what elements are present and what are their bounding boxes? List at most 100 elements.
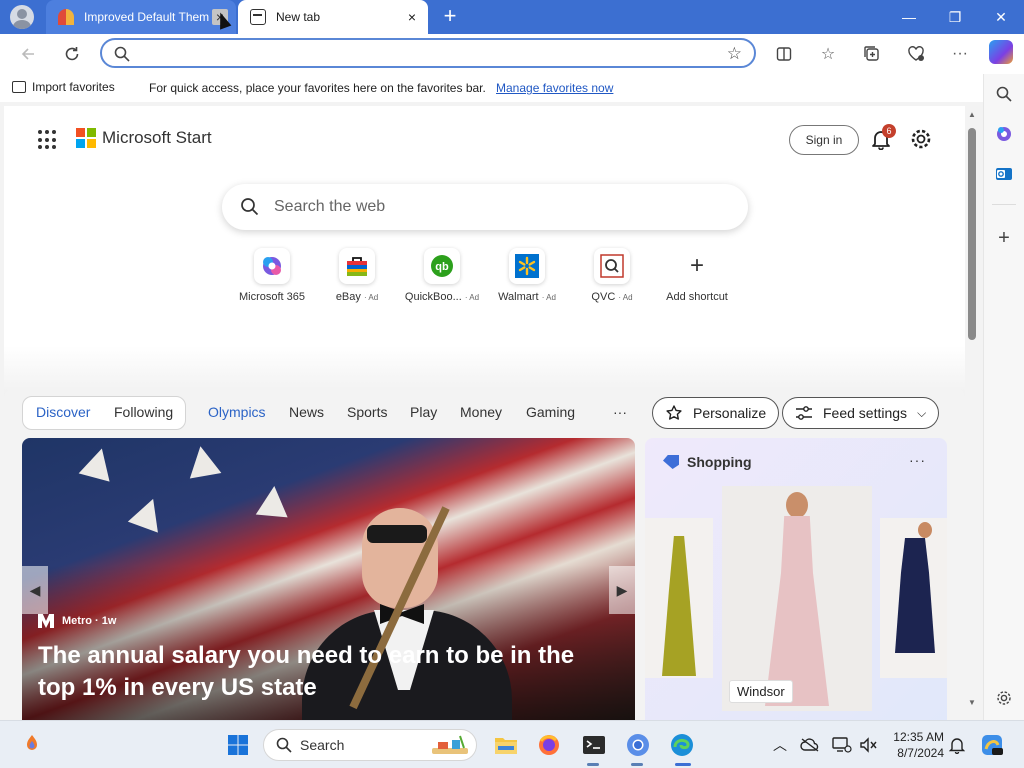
add-favorite-star-icon[interactable]: ☆ <box>727 44 742 64</box>
widgets-button[interactable] <box>18 731 46 759</box>
add-shortcut-button[interactable]: + Add shortcut <box>652 248 742 310</box>
new-tab-button[interactable]: + <box>438 5 462 29</box>
onedrive-status-button[interactable] <box>796 731 824 759</box>
notification-center-button[interactable] <box>943 731 971 759</box>
import-favorites-button[interactable]: Import favorites <box>12 80 115 94</box>
sign-in-button[interactable]: Sign in <box>789 125 859 155</box>
browser-essentials-button[interactable] <box>902 40 930 68</box>
cloud-offline-icon <box>800 738 819 752</box>
sidebar-search-button[interactable] <box>992 82 1016 106</box>
file-explorer-button[interactable] <box>492 731 520 759</box>
scroll-up-arrow-icon[interactable]: ▲ <box>967 110 977 120</box>
tab-olympics[interactable]: Olympics <box>208 404 266 420</box>
terminal-button[interactable] <box>580 731 608 759</box>
feed-settings-button[interactable]: Feed settings ⌵ <box>782 397 940 429</box>
show-hidden-icons-button[interactable]: ︿ <box>766 731 794 759</box>
bell-icon <box>949 738 965 754</box>
maximize-button[interactable]: ❐ <box>932 0 978 34</box>
scroll-thumb[interactable] <box>968 128 976 340</box>
tab-discover[interactable]: Discover <box>36 404 90 420</box>
firefox-button[interactable] <box>535 731 563 759</box>
manage-favorites-link[interactable]: Manage favorites now <box>496 81 613 95</box>
tab-improved-default-theme[interactable]: Improved Default Them × <box>46 0 236 34</box>
app-launcher-icon[interactable] <box>38 130 58 150</box>
network-button[interactable] <box>828 731 856 759</box>
settings-and-more-button[interactable]: ··· <box>946 40 974 68</box>
favorites-button[interactable]: ☆ <box>814 40 842 68</box>
back-button[interactable] <box>14 40 42 68</box>
search-icon <box>996 86 1012 102</box>
page-settings-button[interactable] <box>910 128 932 150</box>
refresh-button[interactable] <box>58 40 86 68</box>
new-tab-page-icon <box>250 9 266 25</box>
sidebar-copilot-app[interactable] <box>992 122 1016 146</box>
copilot-icon[interactable] <box>989 40 1013 64</box>
brand-title[interactable]: Microsoft Start <box>102 128 212 148</box>
start-button[interactable] <box>224 731 252 759</box>
hero-article-card[interactable]: ◀ ▶ Metro · 1w The annual salary you nee… <box>22 438 635 720</box>
new-tab-page: Microsoft Start Sign in 6 Microsoft 365 … <box>4 106 965 720</box>
tab-following[interactable]: Following <box>114 404 173 420</box>
gear-icon <box>997 691 1011 705</box>
shortcut-microsoft-365[interactable]: Microsoft 365 <box>227 248 317 310</box>
quickbooks-icon: qb <box>431 255 453 277</box>
profile-avatar[interactable] <box>10 5 34 29</box>
tab-sports[interactable]: Sports <box>347 404 387 420</box>
edge-sidebar: + <box>983 74 1024 720</box>
shortcut-walmart[interactable]: Walmart · Ad <box>482 248 572 310</box>
taskbar-search[interactable]: Search <box>263 729 477 761</box>
page-scrollbar[interactable]: ▲ ▼ <box>965 106 979 712</box>
personalize-button[interactable]: Personalize <box>652 397 780 429</box>
shortcut-quickbooks[interactable]: qb QuickBoo... · Ad <box>397 248 487 310</box>
tab-money[interactable]: Money <box>460 404 502 420</box>
tab-close-button[interactable]: × <box>404 9 420 25</box>
hero-next-button[interactable]: ▶ <box>609 566 635 614</box>
web-search-box[interactable] <box>222 184 748 230</box>
chromium-button[interactable] <box>624 731 652 759</box>
scroll-down-arrow-icon[interactable]: ▼ <box>967 698 977 708</box>
taskbar-clock[interactable]: 12:35 AM 8/7/2024 <box>884 729 944 761</box>
feed-settings-label: Feed settings <box>823 405 908 421</box>
sidebar-divider <box>992 204 1016 205</box>
product-green-dress[interactable] <box>645 518 713 678</box>
tab-play[interactable]: Play <box>410 404 437 420</box>
shortcut-ebay[interactable]: eBay · Ad <box>312 248 402 310</box>
sidebar-add-app-button[interactable]: + <box>992 226 1016 250</box>
tab-news[interactable]: News <box>289 404 324 420</box>
address-input[interactable] <box>142 44 702 62</box>
favorites-star-list-icon: ☆ <box>820 46 836 63</box>
volume-button[interactable] <box>854 731 882 759</box>
hero-image-sunglasses <box>367 525 427 543</box>
search-highlight-beach-icon <box>432 735 468 754</box>
shortcut-label: Microsoft 365 <box>238 291 306 303</box>
close-window-button[interactable]: ✕ <box>978 0 1024 34</box>
web-search-input[interactable] <box>274 197 714 217</box>
address-bar[interactable]: ☆ <box>100 38 756 68</box>
shopping-card[interactable]: Shopping ··· Windsor <box>645 438 947 720</box>
green-dress-image <box>662 536 696 676</box>
collections-button[interactable] <box>858 40 886 68</box>
rainbow-favicon-icon <box>58 9 74 25</box>
copilot-taskbar-button[interactable] <box>978 731 1006 759</box>
product-navy-dress[interactable] <box>880 518 947 678</box>
shortcut-qvc[interactable]: QVC · Ad <box>567 248 657 310</box>
shortcut-tile: qb <box>424 248 460 284</box>
more-tabs-button[interactable]: ··· <box>613 404 627 420</box>
tab-gaming[interactable]: Gaming <box>526 404 575 420</box>
edge-button[interactable] <box>668 731 696 759</box>
split-screen-button[interactable] <box>770 40 798 68</box>
sidebar-outlook-app[interactable] <box>992 162 1016 186</box>
article-source: Metro · 1w <box>38 614 116 628</box>
metro-logo-icon <box>38 614 54 628</box>
search-icon <box>241 198 259 216</box>
chevron-down-icon: ⌵ <box>917 405 927 420</box>
tab-new-tab[interactable]: New tab × <box>238 0 428 34</box>
active-app-indicator <box>675 763 691 766</box>
hero-prev-button[interactable]: ◀ <box>22 566 48 614</box>
sidebar-settings-button[interactable] <box>992 686 1016 710</box>
qvc-icon <box>600 254 624 278</box>
minimize-button[interactable]: — <box>886 0 932 34</box>
product-featured-dress[interactable] <box>722 486 872 711</box>
article-headline[interactable]: The annual salary you need to earn to be… <box>38 640 618 704</box>
shopping-more-button[interactable]: ··· <box>909 452 926 468</box>
